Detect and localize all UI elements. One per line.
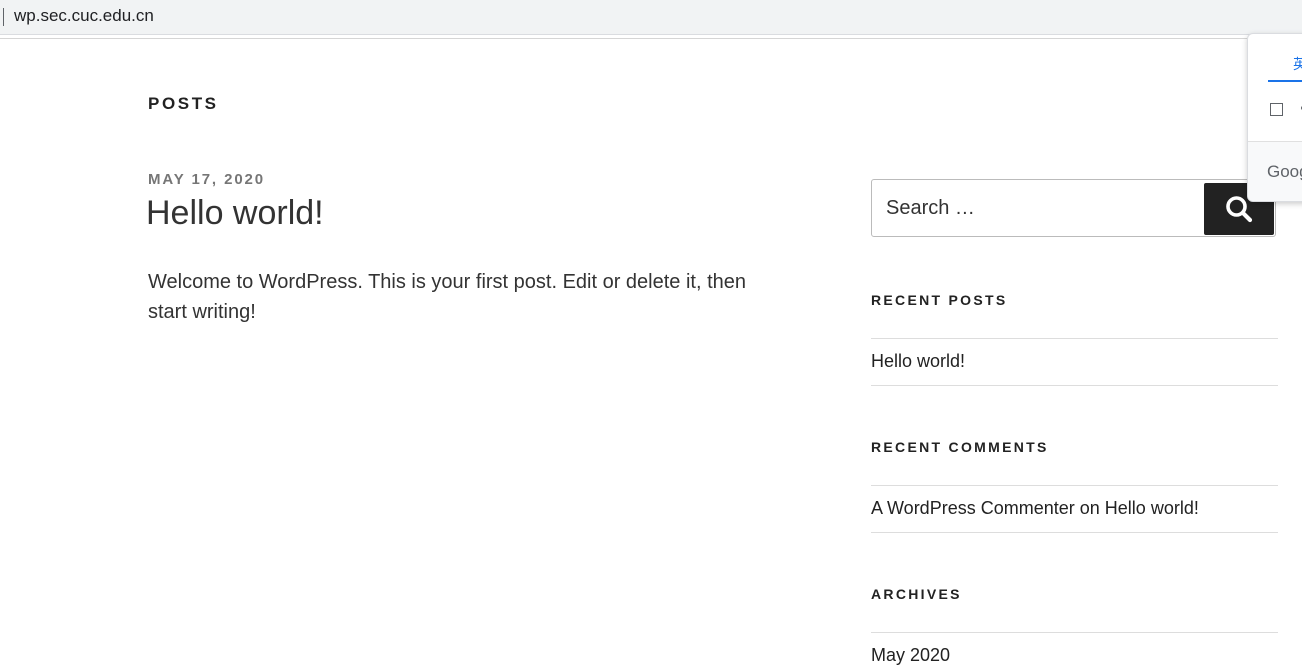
- comment-author-link[interactable]: A WordPress Commenter: [871, 498, 1075, 518]
- header-divider: [0, 38, 1302, 39]
- url-text[interactable]: wp.sec.cuc.edu.cn: [14, 6, 154, 26]
- google-brand: Google: [1267, 162, 1302, 181]
- post-date[interactable]: MAY 17, 2020: [148, 171, 265, 188]
- recent-comments-title: RECENT COMMENTS: [871, 439, 1049, 455]
- translate-tab[interactable]: 英: [1293, 54, 1302, 74]
- post-title[interactable]: Hello world!: [146, 194, 324, 233]
- text-cursor: [3, 8, 4, 26]
- archive-link[interactable]: May 2020: [871, 645, 950, 666]
- always-translate-checkbox[interactable]: [1270, 103, 1283, 116]
- translate-popup: 英 Google: [1247, 33, 1302, 202]
- recent-post-link[interactable]: Hello world!: [871, 351, 965, 372]
- archives-divider: [871, 632, 1278, 633]
- recent-comments-divider: [871, 485, 1278, 486]
- recent-comment-item: A WordPress Commenter on Hello world!: [871, 498, 1199, 519]
- recent-posts-divider: [871, 338, 1278, 339]
- page-title: POSTS: [148, 94, 219, 113]
- recent-comments-divider-bottom: [871, 532, 1278, 533]
- search-input[interactable]: [872, 180, 1202, 236]
- recent-posts-title: RECENT POSTS: [871, 292, 1008, 308]
- browser-address-bar[interactable]: wp.sec.cuc.edu.cn: [0, 0, 1302, 35]
- search-form: [871, 179, 1276, 237]
- recent-posts-divider-bottom: [871, 385, 1278, 386]
- translate-tab-underline: [1268, 80, 1302, 82]
- comment-connector: on: [1079, 498, 1100, 518]
- comment-post-link[interactable]: Hello world!: [1105, 498, 1199, 518]
- archives-title: ARCHIVES: [871, 586, 962, 602]
- post-excerpt: Welcome to WordPress. This is your first…: [148, 271, 747, 323]
